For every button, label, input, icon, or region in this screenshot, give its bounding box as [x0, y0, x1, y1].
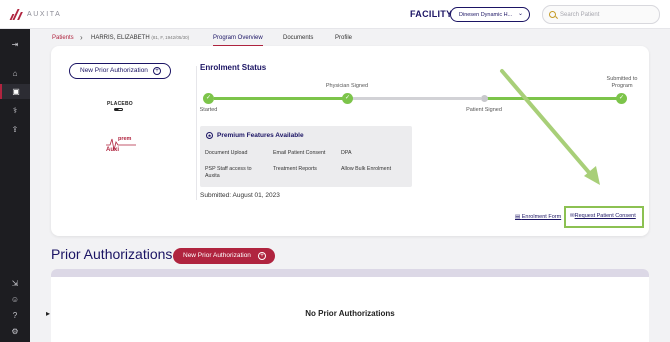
- request-patient-consent-link[interactable]: ✉Request Patient Consent: [564, 206, 644, 228]
- new-prior-authorization-label: New Prior Authorization: [80, 67, 148, 74]
- new-prior-authorization-button[interactable]: New Prior Authorization +: [69, 63, 171, 79]
- patients-icon[interactable]: ▣: [0, 84, 30, 99]
- chevron-right-icon: ›: [80, 33, 83, 42]
- upload-icon[interactable]: ⇪: [0, 122, 30, 137]
- brand-name: AUXITA: [27, 11, 62, 18]
- feature-allow-bulk-enrolment: Allow Bulk Enrolment: [341, 166, 392, 172]
- new-prior-authorization-button[interactable]: New Prior Authorization +: [173, 248, 275, 264]
- prior-authorizations-title: Prior Authorizations: [51, 246, 173, 262]
- sidebar: ⇥ ⌂ ▣ ⚕ ⇪ ⇲ ☺ ? ⚙: [0, 29, 30, 342]
- premium-features-header: ★ Premium Features Available: [206, 132, 304, 139]
- chevron-down-icon: ⌄: [517, 11, 523, 17]
- enrolment-form-label: Enrolment Form: [521, 214, 562, 220]
- patient-name: HARRIS, ELIZABETH (81, F, 1942/05/30): [91, 35, 189, 41]
- auxiprem-logo: prem Auxi: [106, 136, 136, 156]
- tab-documents[interactable]: Documents: [283, 35, 313, 41]
- home-icon[interactable]: ⌂: [0, 66, 30, 81]
- feature-document-upload: Document Upload: [205, 150, 248, 156]
- step-physician-check-icon: ✓: [342, 93, 353, 104]
- divider: [196, 66, 197, 200]
- breadcrumb-patients-link[interactable]: Patients: [52, 35, 74, 41]
- stepper-track-pending: [347, 97, 481, 100]
- stepper-track-complete: [214, 97, 347, 100]
- top-bar: AUXITA FACILITY Dinesen Dynamic H... ⌄ S…: [0, 0, 670, 29]
- table-header: [51, 269, 649, 277]
- auxita-logo[interactable]: AUXITA: [9, 9, 62, 20]
- menu-toggle-icon[interactable]: ⇥: [0, 37, 30, 52]
- tab-program-overview[interactable]: Program Overview: [213, 35, 263, 46]
- facility-value: Dinesen Dynamic H...: [459, 12, 513, 18]
- patient-meta: (81, F, 1942/05/30): [151, 35, 190, 40]
- empty-state-message: No Prior Authorizations: [305, 309, 395, 318]
- step-label-started: Started: [199, 107, 218, 113]
- auxiprem-logo-auxi: Auxi: [106, 147, 120, 153]
- step-label-physician-signed: Physician Signed: [325, 83, 369, 89]
- search-placeholder: Search Patient: [560, 12, 600, 18]
- auxita-logo-icon: [9, 9, 23, 20]
- feature-email-patient-consent: Email Patient Consent: [273, 150, 326, 156]
- feature-treatment-reports: Treatment Reports: [273, 166, 317, 172]
- auxiprem-logo-prem: prem: [118, 136, 132, 142]
- plus-circle-icon: +: [153, 66, 161, 75]
- placebo-logo: PLACEBO: [107, 101, 133, 107]
- new-prior-authorization-label: New Prior Authorization: [183, 252, 251, 259]
- stepper-track-complete: [485, 97, 619, 100]
- premium-badge-icon: ★: [206, 132, 213, 139]
- step-label-patient-signed: Patient Signed: [466, 107, 502, 113]
- step-submitted-check-icon: ✓: [616, 93, 627, 104]
- patient-name-text: HARRIS, ELIZABETH: [91, 35, 150, 41]
- search-icon: [549, 11, 556, 18]
- help-icon[interactable]: ?: [0, 308, 30, 323]
- step-started-check-icon: ✓: [203, 93, 214, 104]
- user-icon[interactable]: ☺: [0, 292, 30, 307]
- feature-dpa: DPA: [341, 150, 352, 156]
- tab-profile[interactable]: Profile: [335, 35, 352, 41]
- enrolment-form-link[interactable]: ▤ Enrolment Form: [515, 214, 561, 220]
- prior-authorizations-table: No Prior Authorizations: [51, 269, 649, 342]
- pills-icon[interactable]: ⚕: [0, 103, 30, 118]
- breadcrumb: Patients › HARRIS, ELIZABETH (81, F, 194…: [30, 29, 670, 46]
- pill-icon: [114, 108, 123, 111]
- facility-select[interactable]: Dinesen Dynamic H... ⌄: [450, 7, 530, 22]
- program-card: New Prior Authorization + PLACEBO prem A…: [51, 46, 649, 236]
- submitted-date: Submitted: August 01, 2023: [200, 192, 280, 199]
- premium-features-title: Premium Features Available: [217, 132, 304, 139]
- step-patient-pending-icon: [481, 95, 488, 102]
- plus-circle-icon: +: [258, 251, 266, 260]
- settings-icon[interactable]: ⚙: [0, 324, 30, 339]
- enrolment-status-title: Enrolment Status: [200, 63, 267, 72]
- premium-features-box: ★ Premium Features Available Document Up…: [200, 126, 412, 187]
- document-icon: ▤: [515, 214, 522, 220]
- facility-label: FACILITY: [410, 9, 453, 19]
- logout-icon[interactable]: ⇲: [0, 276, 30, 291]
- search-patient-input[interactable]: Search Patient: [542, 5, 660, 24]
- feature-psp-staff-access: PSP Staff access to Auxita: [205, 166, 252, 179]
- request-patient-consent-label: Request Patient Consent: [574, 213, 636, 219]
- mouse-cursor-icon: ▸: [46, 309, 51, 318]
- step-label-submitted: Submitted to Program: [606, 76, 638, 89]
